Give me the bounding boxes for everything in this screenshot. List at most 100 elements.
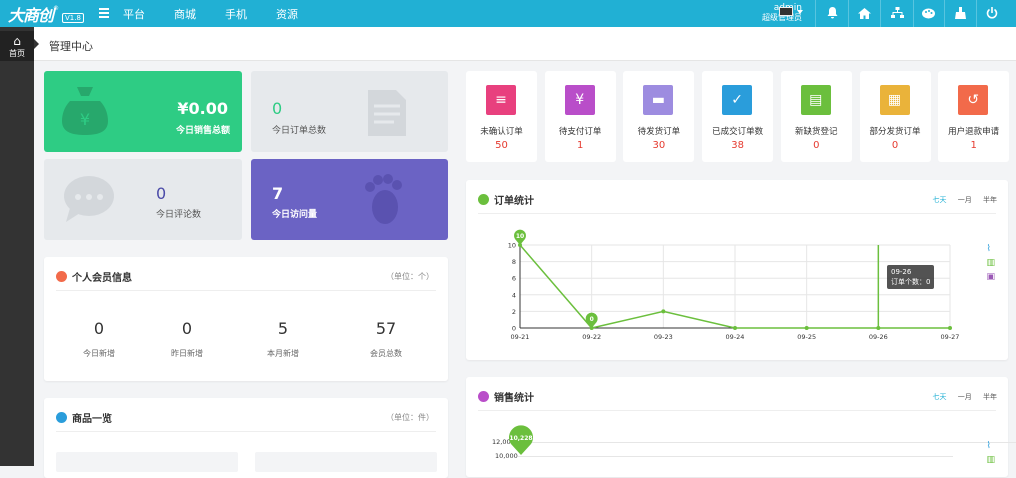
- nav-platform[interactable]: 平台: [123, 6, 145, 22]
- cart-icon: ▦: [879, 85, 910, 115]
- member-stat-value: 5: [277, 319, 289, 338]
- nav-mobile[interactable]: 手机: [225, 6, 247, 22]
- members-card: 个人会员信息 （单位：个） 0 今日新增 0 昨日新增 5 本月新增 57 会员…: [44, 257, 448, 381]
- peak-label: 10,228: [509, 435, 533, 442]
- y-tick-label: 8: [512, 258, 516, 266]
- nav-mall[interactable]: 商城: [174, 6, 196, 22]
- y-tick-label: 4: [512, 291, 516, 299]
- y-tick-label: 10: [508, 242, 516, 250]
- user-avatar[interactable]: [779, 7, 793, 16]
- chart-tools: ⌇ ▥: [986, 439, 995, 467]
- members-title-text: 个人会员信息: [72, 273, 132, 284]
- order-status-value: 1: [577, 140, 584, 151]
- tooltip-text: 订单个数：0: [891, 278, 931, 286]
- order-status-label: 待发货订单: [637, 127, 681, 137]
- divider: [976, 0, 977, 27]
- x-tick-label: 09-24: [726, 333, 745, 341]
- order-status-tile[interactable]: ≡ 未确认订单 50: [466, 71, 537, 162]
- user-dropdown-icon[interactable]: [797, 10, 803, 14]
- order-status-tile[interactable]: ✓ 已成交订单数 38: [702, 71, 774, 162]
- member-stat-label: 本月新增: [267, 349, 299, 358]
- page-title: 管理中心: [49, 40, 93, 53]
- order-status-tile[interactable]: ¥ 待支付订单 1: [544, 71, 616, 162]
- logo-text: 大商创: [8, 5, 54, 25]
- cleanup-icon[interactable]: [952, 5, 968, 21]
- sales-chart-title-text: 销售统计: [494, 393, 534, 404]
- notebook-icon: ▤: [800, 85, 831, 115]
- reviews-label: 今日评论数: [156, 210, 202, 220]
- reviews-value: 0: [156, 184, 167, 203]
- svg-text:¥: ¥: [80, 110, 90, 129]
- goods-unit: （单位：件）: [386, 413, 434, 422]
- member-stat-value: 0: [181, 319, 193, 338]
- divider: [815, 0, 816, 27]
- member-stat-month: 5 本月新增: [228, 319, 338, 359]
- x-tick-label: 09-25: [797, 333, 816, 341]
- sales-chart-title: 销售统计: [478, 389, 534, 404]
- power-icon[interactable]: [984, 5, 1000, 21]
- order-status-value: 1: [970, 140, 977, 151]
- menu-toggle-icon[interactable]: [99, 8, 109, 18]
- divider: [56, 290, 436, 291]
- bell-icon[interactable]: [824, 5, 840, 21]
- bar-chart-icon[interactable]: ▥: [986, 256, 995, 270]
- home-icon[interactable]: [856, 5, 872, 21]
- stat-card-reviews[interactable]: 0 今日评论数: [44, 159, 242, 240]
- data-point: [733, 326, 737, 330]
- sidebar-item-label: 首页: [9, 49, 25, 58]
- sales-chart-card: 销售统计 七天 一月 半年 12,000 10,000 10,228 ⌇ ▥: [466, 377, 1016, 477]
- orders-total-value: 0: [272, 99, 283, 118]
- stat-card-sales[interactable]: ¥ ¥0.00 今日销售总额: [44, 71, 242, 152]
- order-status-value: 38: [731, 140, 744, 151]
- nav-resources[interactable]: 资源: [276, 6, 298, 22]
- money-bag-icon: [478, 391, 489, 402]
- sidebar-item-home[interactable]: ⌂ 首页: [0, 31, 34, 61]
- grid-line: [518, 456, 953, 457]
- palette-icon[interactable]: [920, 5, 936, 21]
- order-status-label: 用户退款申请: [948, 127, 1000, 137]
- member-stat-total: 57 会员总数: [331, 319, 441, 359]
- member-stat-label: 会员总数: [370, 349, 402, 358]
- user-icon: [56, 271, 67, 282]
- sitemap-icon[interactable]: [889, 5, 905, 21]
- range-6months[interactable]: 半年: [983, 393, 997, 401]
- range-7days[interactable]: 七天: [933, 393, 947, 401]
- line-chart-icon[interactable]: ⌇: [986, 242, 995, 256]
- top-nav: 平台 商城 手机 资源: [123, 0, 327, 27]
- truck-icon: ▬: [643, 85, 674, 115]
- sales-chart-range: 七天 一月 半年: [924, 392, 997, 402]
- stat-card-visits[interactable]: 7 今日访问量: [251, 159, 448, 240]
- goods-item-placeholder: [56, 452, 238, 472]
- order-status-tile[interactable]: ▬ 待发货订单 30: [623, 71, 695, 162]
- order-status-tile[interactable]: ▤ 新缺货登记 0: [780, 71, 852, 162]
- order-status-label: 待支付订单: [558, 127, 602, 137]
- clipboard-check-icon: ✓: [722, 85, 753, 115]
- line-chart-icon[interactable]: ⌇: [986, 439, 995, 453]
- order-status-tile[interactable]: ↺ 用户退款申请 1: [938, 71, 1010, 162]
- divider: [913, 0, 914, 27]
- order-status-tile[interactable]: ▦ 部分发货订单 0: [859, 71, 931, 162]
- divider: [880, 0, 881, 27]
- visits-label: 今日访问量: [272, 210, 318, 220]
- order-chart-card: 订单统计 七天 一月 半年 0 2 4 6 8 10 09-21 09-22 09-23 09-2…: [466, 180, 1008, 360]
- order-status-value: 0: [891, 140, 899, 151]
- save-image-icon[interactable]: ▣: [986, 270, 995, 284]
- document-icon: ≡: [486, 85, 516, 115]
- bar-chart-icon[interactable]: ▥: [986, 453, 995, 467]
- logo[interactable]: 大商创 ® V1.8: [8, 3, 84, 25]
- members-unit: （单位：个）: [386, 272, 434, 281]
- range-1month[interactable]: 一月: [958, 393, 972, 401]
- money-bag-icon: ¥: [62, 87, 108, 135]
- goods-title-text: 商品一览: [72, 414, 112, 425]
- stat-card-orders[interactable]: 0 今日订单总数: [251, 71, 448, 152]
- sidebar: ⌂ 首页: [0, 27, 34, 466]
- divider: [944, 0, 945, 27]
- data-point: [804, 326, 809, 330]
- goods-card-title: 商品一览: [56, 410, 112, 425]
- order-status-label: 未确认订单: [480, 127, 523, 137]
- x-tick-label: 09-21: [511, 333, 530, 341]
- order-status-label: 已成交订单数: [712, 127, 764, 137]
- y-tick-label: 6: [512, 275, 516, 283]
- page-header: 管理中心: [34, 27, 1016, 61]
- tooltip-date: 09-26: [891, 268, 912, 276]
